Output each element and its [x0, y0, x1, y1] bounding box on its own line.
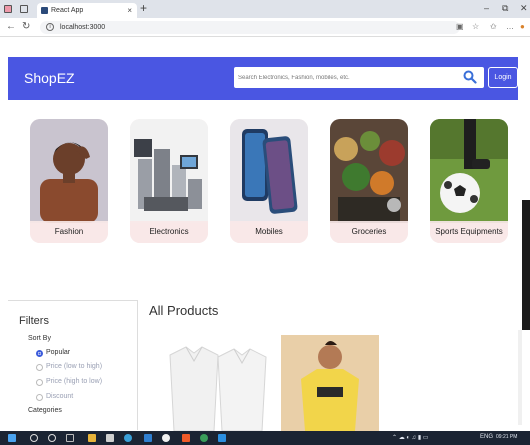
url-text: localhost:3000	[60, 24, 106, 31]
product-image-tshirt[interactable]	[281, 335, 379, 431]
mobiles-image	[230, 119, 308, 223]
favorite-star-icon[interactable]: ☆	[472, 22, 479, 31]
search-input[interactable]	[234, 67, 484, 88]
maximize-button[interactable]: ⧉	[502, 3, 508, 14]
brave-browser-icon[interactable]	[182, 434, 190, 442]
app-header: ShopEZ Login	[8, 57, 518, 100]
radio-label: Price (low to high)	[46, 363, 103, 370]
site-info-icon[interactable]: i	[46, 23, 54, 31]
category-label: Mobiles	[230, 221, 308, 243]
chrome-browser-icon[interactable]	[200, 434, 208, 442]
app-icon-white[interactable]	[162, 434, 170, 442]
widgets-icon[interactable]	[66, 434, 74, 442]
file-explorer-icon[interactable]	[88, 434, 96, 442]
url-field[interactable]: i localhost:3000	[40, 21, 460, 34]
category-label: Electronics	[130, 221, 208, 243]
radio-label: Discount	[46, 393, 74, 400]
radio-label: Price (high to low)	[46, 378, 103, 385]
sports-equipments-image	[430, 119, 508, 223]
taskbar-clock[interactable]: 09:21 PM	[496, 434, 517, 440]
radio-button[interactable]	[36, 379, 43, 386]
category-label: Groceries	[330, 221, 408, 243]
browser-profile-icon[interactable]	[4, 5, 12, 13]
tab-title: React App	[51, 7, 84, 14]
radio-button[interactable]	[36, 350, 43, 357]
task-view-icon[interactable]	[48, 434, 56, 442]
tab-close-icon[interactable]: ×	[127, 3, 132, 18]
browser-address-bar: ← ↻ i localhost:3000 ▣ ☆ ✩ … ●	[0, 18, 530, 37]
login-button[interactable]: Login	[488, 67, 518, 88]
more-menu-icon[interactable]: …	[506, 22, 514, 31]
product-image-shirts[interactable]	[160, 335, 270, 431]
tab-actions-icon[interactable]	[20, 5, 28, 13]
language-indicator[interactable]: ENG	[480, 434, 493, 440]
reader-mode-icon[interactable]: ▣	[456, 22, 464, 31]
browser-tab[interactable]: React App ×	[37, 3, 137, 18]
category-label: Sports Equipments	[430, 221, 508, 243]
category-card-mobiles[interactable]: Mobiles	[230, 119, 308, 243]
filters-title: Filters	[19, 315, 49, 327]
category-card-groceries[interactable]: Groceries	[330, 119, 408, 243]
refresh-icon[interactable]: ↻	[22, 21, 30, 32]
radio-button[interactable]	[36, 394, 43, 401]
filters-panel: Filters Sort By Popular Price (low to hi…	[8, 300, 138, 430]
close-window-button[interactable]: ✕	[520, 3, 528, 14]
copilot-icon[interactable]: ●	[520, 22, 525, 31]
sort-by-label: Sort By	[28, 335, 51, 342]
edge-browser-icon[interactable]	[124, 434, 132, 442]
tray-icons[interactable]: ⌃ ☁ ◐ ♫ ▮ ▭	[392, 434, 428, 441]
side-toolbar	[522, 200, 530, 330]
category-card-fashion[interactable]: Fashion	[30, 119, 108, 243]
vscode-icon[interactable]	[218, 434, 226, 442]
store-icon[interactable]	[106, 434, 114, 442]
windows-start-icon[interactable]	[8, 434, 16, 442]
taskbar-search-icon[interactable]	[30, 434, 38, 442]
search-icon[interactable]	[463, 70, 477, 84]
browser-tab-bar: React App × + – ⧉ ✕	[0, 0, 530, 18]
collections-icon[interactable]: ✩	[490, 22, 497, 31]
products-scrollbar[interactable]	[518, 330, 522, 425]
radio-label: Popular	[46, 349, 71, 356]
categories-filter-label: Categories	[28, 407, 62, 414]
electronics-image	[130, 119, 208, 223]
react-favicon-icon	[41, 7, 48, 14]
all-products-title: All Products	[149, 303, 219, 318]
new-tab-button[interactable]: +	[140, 1, 147, 15]
brand-logo-text[interactable]: ShopEZ	[24, 70, 75, 86]
back-arrow-icon[interactable]: ←	[6, 21, 16, 32]
fashion-image	[30, 119, 108, 223]
mail-icon[interactable]	[144, 434, 152, 442]
category-label: Fashion	[30, 221, 108, 243]
category-card-electronics[interactable]: Electronics	[130, 119, 208, 243]
os-taskbar: ⌃ ☁ ◐ ♫ ▮ ▭ ENG 09:21 PM	[0, 431, 530, 445]
groceries-image	[330, 119, 408, 223]
category-card-sports-equipments[interactable]: Sports Equipments	[430, 119, 508, 243]
minimize-button[interactable]: –	[484, 3, 489, 13]
radio-button[interactable]	[36, 364, 43, 371]
